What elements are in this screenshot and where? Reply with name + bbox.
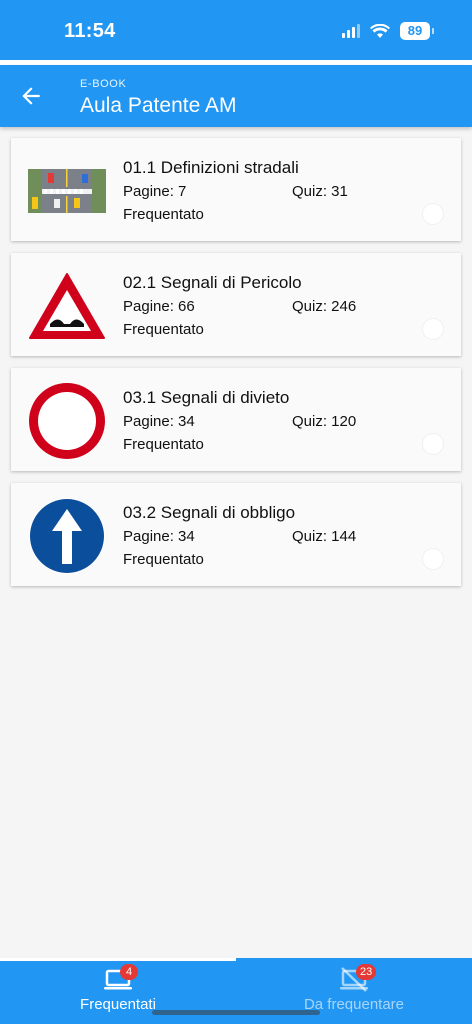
lesson-status: Frequentato (123, 206, 204, 223)
app-bar: E-BOOK Aula Patente AM (0, 65, 472, 127)
lesson-status: Frequentato (123, 551, 204, 568)
lesson-radio[interactable] (423, 319, 443, 339)
lesson-card[interactable]: 02.1 Segnali di Pericolo Pagine: 66 Quiz… (11, 253, 461, 356)
lesson-quiz-count: Quiz: 31 (292, 183, 348, 200)
status-icons: 89 (342, 22, 434, 40)
status-time: 11:54 (64, 20, 116, 42)
status-bar: 11:54 89 (0, 0, 472, 62)
lesson-title: 02.1 Segnali di Pericolo (123, 273, 302, 292)
warning-triangle-icon (29, 273, 105, 339)
lesson-pages: Pagine: 7 (123, 183, 187, 200)
home-indicator[interactable] (152, 1010, 320, 1015)
lesson-status: Frequentato (123, 321, 204, 338)
prohibition-sign-icon (29, 383, 105, 459)
lesson-title: 03.1 Segnali di divieto (123, 388, 290, 407)
lesson-quiz-count: Quiz: 120 (292, 413, 357, 430)
battery-icon: 89 (400, 22, 434, 40)
lesson-radio[interactable] (423, 434, 443, 454)
mandatory-sign-icon (29, 498, 105, 574)
lesson-pages: Pagine: 34 (123, 413, 195, 430)
signal-icon (342, 24, 360, 38)
lesson-radio[interactable] (423, 549, 443, 569)
app-bar-overline: E-BOOK (80, 78, 127, 90)
page-title: Aula Patente AM (80, 94, 237, 117)
bumpy-road-sign-thumbnail (28, 267, 106, 345)
lesson-quiz-count: Quiz: 246 (292, 298, 357, 315)
road-intersection-thumbnail (28, 152, 106, 230)
lesson-radio[interactable] (423, 204, 443, 224)
lesson-list: 01.1 Definizioni stradali Pagine: 7 Quiz… (11, 138, 461, 598)
lesson-card[interactable]: 03.1 Segnali di divieto Pagine: 34 Quiz:… (11, 368, 461, 471)
lesson-pages: Pagine: 66 (123, 298, 195, 315)
lesson-pages: Pagine: 34 (123, 528, 195, 545)
road-intersection-icon (28, 169, 106, 213)
lesson-title: 01.1 Definizioni stradali (123, 158, 299, 177)
attended-badge: 4 (120, 964, 138, 980)
to-attend-badge: 23 (356, 964, 377, 980)
wifi-icon (370, 23, 390, 38)
lesson-quiz-count: Quiz: 144 (292, 528, 357, 545)
lesson-card[interactable]: 01.1 Definizioni stradali Pagine: 7 Quiz… (11, 138, 461, 241)
lesson-card[interactable]: 03.2 Segnali di obbligo Pagine: 34 Quiz:… (11, 483, 461, 586)
back-arrow-icon[interactable] (18, 83, 44, 109)
lesson-title: 03.2 Segnali di obbligo (123, 503, 296, 522)
no-vehicles-sign-thumbnail (28, 382, 106, 460)
lesson-status: Frequentato (123, 436, 204, 453)
straight-ahead-sign-thumbnail (28, 497, 106, 575)
